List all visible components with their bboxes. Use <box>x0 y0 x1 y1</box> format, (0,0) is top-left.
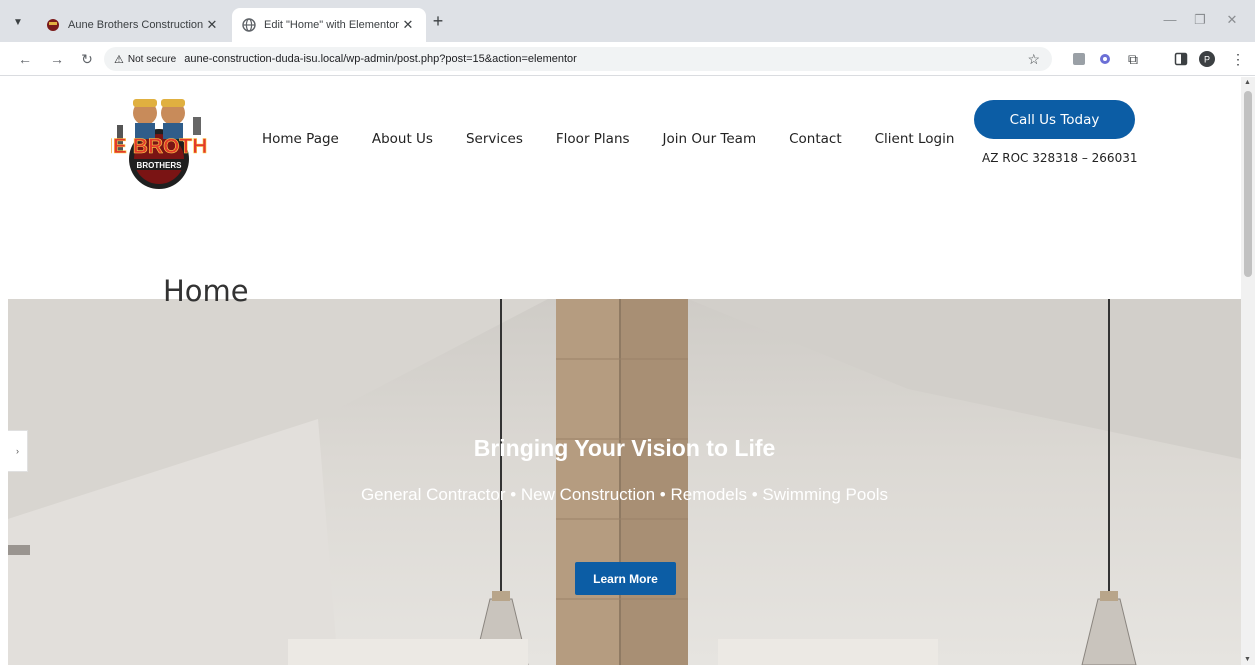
main-nav: Home Page About Us Services Floor Plans … <box>262 131 987 147</box>
page-title: Home <box>163 274 249 308</box>
browser-toolbar: ← → ↻ ⚠ Not secure aune-construction-dud… <box>0 42 1255 76</box>
license-number: AZ ROC 328318 – 266031 <box>982 151 1138 165</box>
site-logo[interactable]: AUNE BROTHERS BROTHERS <box>67 91 251 195</box>
page-scrollbar[interactable]: ▲ ▼ <box>1241 77 1255 665</box>
side-panel-icon[interactable] <box>1173 51 1189 67</box>
tab-search-icon[interactable]: ▼ <box>8 12 28 32</box>
nav-client-login[interactable]: Client Login <box>875 131 955 147</box>
call-us-button[interactable]: Call Us Today <box>974 100 1135 139</box>
close-icon[interactable]: ✕ <box>400 17 416 33</box>
nav-home-page[interactable]: Home Page <box>262 131 339 147</box>
tab-title: Aune Brothers Construction <box>68 19 204 31</box>
menu-kebab-icon[interactable]: ⋮ <box>1230 51 1246 67</box>
window-close-icon[interactable]: ✕ <box>1222 12 1242 28</box>
elementor-panel-toggle[interactable]: › <box>8 430 28 472</box>
tab-edit-home[interactable]: Edit "Home" with Elementor ✕ <box>232 8 426 42</box>
security-indicator[interactable]: ⚠ Not secure <box>114 53 176 66</box>
hero-heading: Bringing Your Vision to Life <box>473 435 776 461</box>
tab-strip: ▼ Aune Brothers Construction ✕ Edit "Hom… <box>0 0 1255 42</box>
tab-aune-brothers[interactable]: Aune Brothers Construction ✕ <box>36 8 230 42</box>
scroll-up-icon[interactable]: ▲ <box>1244 79 1251 86</box>
chevron-right-icon: › <box>16 446 19 456</box>
close-icon[interactable]: ✕ <box>204 17 220 33</box>
aune-favicon-icon <box>46 18 60 32</box>
extension-icon[interactable] <box>1071 51 1087 67</box>
warning-icon: ⚠ <box>114 53 124 66</box>
globe-icon <box>242 18 256 32</box>
page-viewport: AUNE BROTHERS BROTHERS Home Page About U… <box>8 77 1241 665</box>
profile-avatar[interactable]: P <box>1199 51 1215 67</box>
new-tab-icon[interactable]: + <box>430 12 446 30</box>
bookmark-star-icon[interactable]: ☆ <box>1027 51 1040 68</box>
back-icon[interactable]: ← <box>16 50 34 68</box>
reload-icon[interactable]: ↻ <box>78 50 96 68</box>
minimize-icon[interactable]: — <box>1160 12 1180 27</box>
extension-gear-icon[interactable] <box>1097 51 1113 67</box>
nav-about-us[interactable]: About Us <box>372 131 433 147</box>
restore-icon[interactable]: ❐ <box>1190 12 1210 28</box>
nav-contact[interactable]: Contact <box>789 131 842 147</box>
hero-background-image <box>8 299 1241 665</box>
scroll-down-icon[interactable]: ▼ <box>1244 656 1251 663</box>
nav-join-our-team[interactable]: Join Our Team <box>663 131 757 147</box>
nav-floor-plans[interactable]: Floor Plans <box>556 131 630 147</box>
tab-title: Edit "Home" with Elementor <box>264 19 399 31</box>
forward-icon[interactable]: → <box>48 50 66 68</box>
url-text: aune-construction-duda-isu.local/wp-admi… <box>184 53 577 65</box>
extensions-puzzle-icon[interactable]: ⧉ <box>1125 51 1141 67</box>
logo-text: AUNE BROTHERS <box>111 135 207 158</box>
hero-section: Bringing Your Vision to Life General Con… <box>8 299 1241 665</box>
address-bar[interactable]: ⚠ Not secure aune-construction-duda-isu.… <box>104 47 1052 71</box>
hero-subheading: General Contractor • New Construction • … <box>360 485 889 504</box>
nav-services[interactable]: Services <box>466 131 523 147</box>
learn-more-button[interactable]: Learn More <box>575 562 676 595</box>
scroll-thumb[interactable] <box>1244 91 1252 277</box>
svg-text:P: P <box>1204 55 1210 65</box>
svg-text:BROTHERS: BROTHERS <box>137 161 183 170</box>
security-label: Not secure <box>127 53 177 65</box>
